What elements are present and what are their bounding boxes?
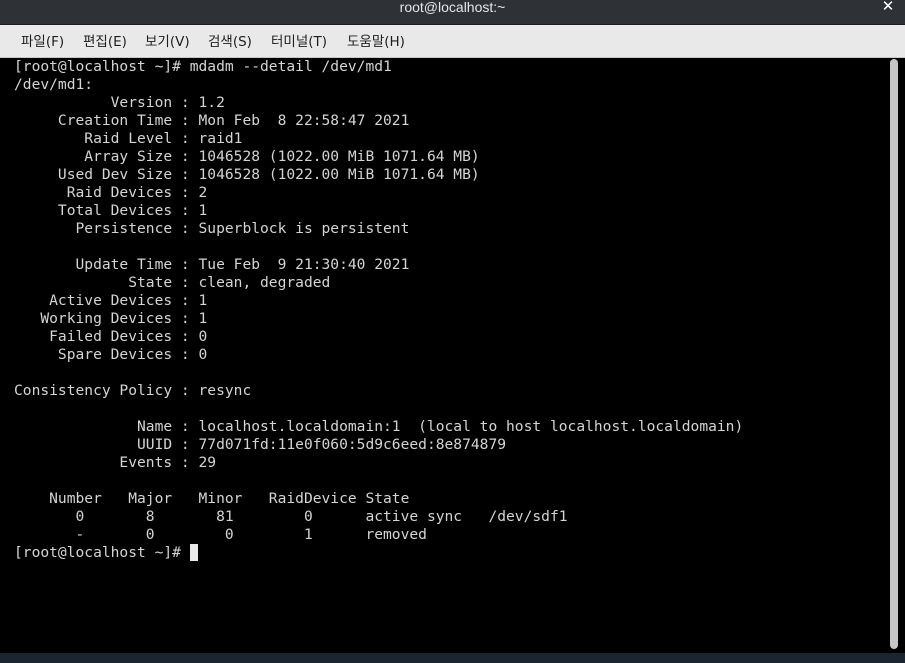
menu-item-file[interactable]: 파일(F) <box>21 33 64 51</box>
menu-item-view[interactable]: 보기(V) <box>145 33 190 51</box>
name-line: Name : localhost.localdomain:1 (local to… <box>14 418 744 435</box>
creation-time-line: Creation Time : Mon Feb 8 22:58:47 2021 <box>14 112 410 129</box>
command-line: [root@localhost ~]# mdadm --detail /dev/… <box>14 58 392 75</box>
raid-level-line: Raid Level : raid1 <box>14 130 243 147</box>
text-cursor <box>189 544 198 561</box>
device-table-row: 0 8 81 0 active sync /dev/sdf1 <box>14 508 568 525</box>
array-size-line: Array Size : 1046528 (1022.00 MiB 1071.6… <box>14 148 480 165</box>
scrollbar-thumb[interactable] <box>890 59 898 649</box>
state-line: State : clean, degraded <box>14 274 331 291</box>
prompt-line: [root@localhost ~]# <box>14 544 190 561</box>
close-icon[interactable]: ✕ <box>879 0 897 19</box>
uuid-line: UUID : 77d071fd:11e0f060:5d9c6eed:8e8748… <box>14 436 507 453</box>
raid-devices-line: Raid Devices : 2 <box>14 184 208 201</box>
working-devices-line: Working Devices : 1 <box>14 310 208 327</box>
consistency-policy-line: Consistency Policy : resync <box>14 382 252 399</box>
menu-item-search[interactable]: 검색(S) <box>208 33 252 51</box>
desktop-edge <box>0 653 905 663</box>
device-header-line: /dev/md1: <box>14 76 94 93</box>
menu-item-edit[interactable]: 편집(E) <box>83 33 127 51</box>
total-devices-line: Total Devices : 1 <box>14 202 208 219</box>
title-bar: root@localhost:~ ✕ <box>0 0 905 25</box>
spare-devices-line: Spare Devices : 0 <box>14 346 208 363</box>
device-table-header: Number Major Minor RaidDevice State <box>14 490 410 507</box>
menu-item-help[interactable]: 도움말(H) <box>347 33 405 51</box>
terminal-output[interactable]: [root@localhost ~]# mdadm --detail /dev/… <box>0 58 888 653</box>
update-time-line: Update Time : Tue Feb 9 21:30:40 2021 <box>14 256 410 273</box>
events-line: Events : 29 <box>14 454 217 471</box>
device-table-row: - 0 0 1 removed <box>14 526 427 543</box>
failed-devices-line: Failed Devices : 0 <box>14 328 208 345</box>
window-title: root@localhost:~ <box>399 0 506 15</box>
menu-item-terminal[interactable]: 터미널(T) <box>271 33 327 51</box>
persistence-line: Persistence : Superblock is persistent <box>14 220 410 237</box>
menu-bar: 파일(F) 편집(E) 보기(V) 검색(S) 터미널(T) 도움말(H) <box>0 25 905 58</box>
active-devices-line: Active Devices : 1 <box>14 292 208 309</box>
version-line: Version : 1.2 <box>14 94 225 111</box>
used-dev-size-line: Used Dev Size : 1046528 (1022.00 MiB 107… <box>14 166 480 183</box>
terminal-window: root@localhost:~ ✕ 파일(F) 편집(E) 보기(V) 검색(… <box>0 0 905 663</box>
